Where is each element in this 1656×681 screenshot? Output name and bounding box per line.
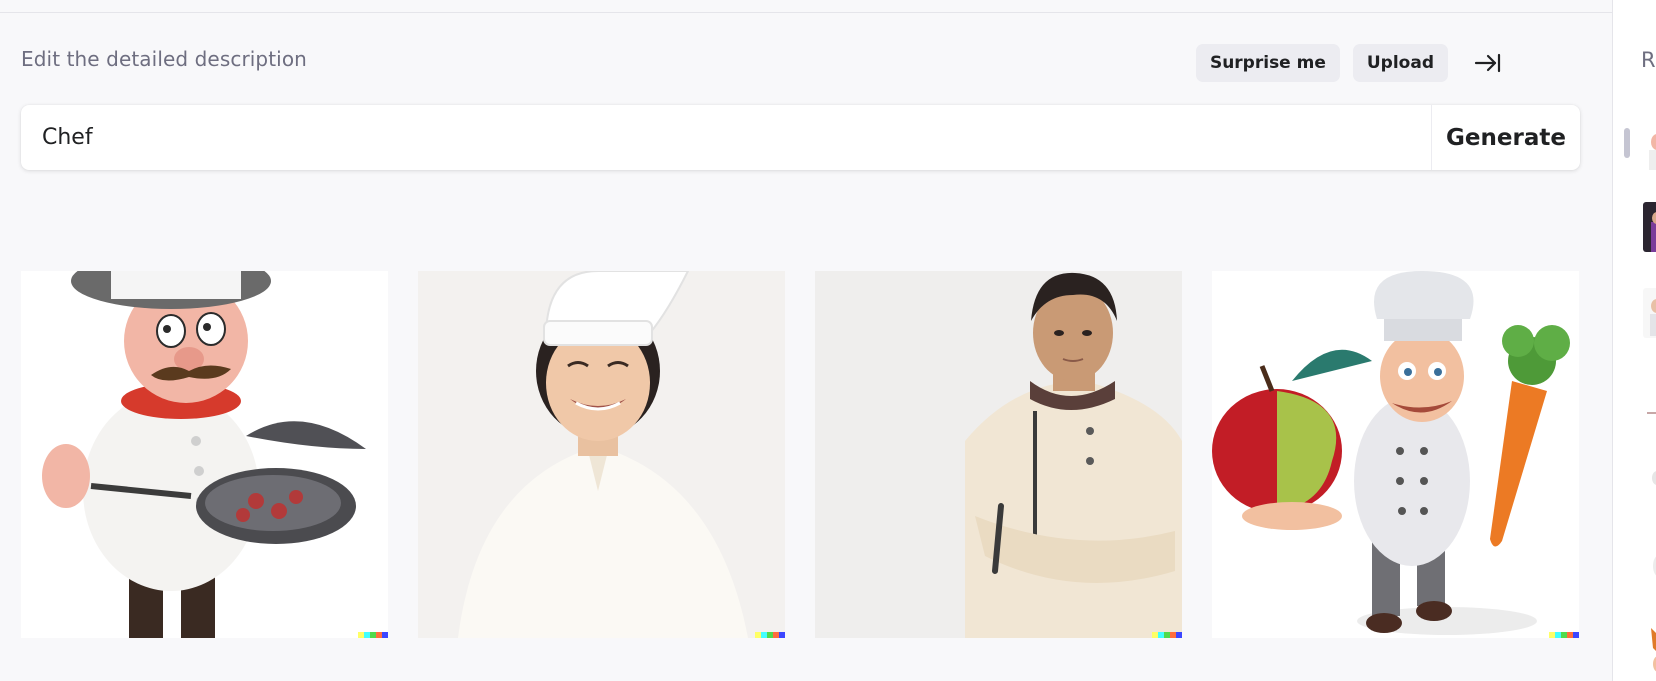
surprise-me-button[interactable]: Surprise me <box>1195 44 1340 82</box>
collapse-sidebar-button[interactable] <box>1468 44 1508 82</box>
history-heading: R <box>1641 48 1656 72</box>
generate-button[interactable]: Generate <box>1431 105 1580 170</box>
toolbar: Surprise me Upload <box>1195 44 1508 82</box>
top-divider <box>0 12 1612 13</box>
history-thumbnail[interactable] <box>1643 288 1656 338</box>
signature-strip <box>1152 632 1182 638</box>
prompt-input[interactable] <box>21 105 1431 170</box>
history-thumbnail[interactable] <box>1643 456 1656 506</box>
signature-color-block <box>1573 632 1579 638</box>
chef-arms-crossed-image <box>815 271 1182 638</box>
signature-strip <box>1549 632 1579 638</box>
result-image-3[interactable] <box>815 271 1182 638</box>
history-thumbnail[interactable] <box>1643 540 1656 590</box>
result-image-1[interactable] <box>21 271 388 638</box>
signature-color-block <box>382 632 388 638</box>
upload-button[interactable]: Upload <box>1352 44 1448 82</box>
history-sidebar: R <box>1612 0 1656 681</box>
signature-color-block <box>779 632 785 638</box>
history-scrollbar[interactable] <box>1624 128 1630 158</box>
signature-color-block <box>1176 632 1182 638</box>
collapse-right-icon <box>1474 53 1501 73</box>
main-panel: Edit the detailed description Surprise m… <box>0 0 1612 681</box>
cartoon-chef-apple-carrot-image <box>1212 271 1579 638</box>
cartoon-chef-pan-image <box>21 271 388 638</box>
signature-strip <box>358 632 388 638</box>
history-thumbnail[interactable] <box>1643 372 1656 422</box>
prompt-bar: Generate <box>21 105 1580 170</box>
history-thumbnail[interactable] <box>1643 120 1656 170</box>
smiling-chef-image <box>418 271 785 638</box>
history-thumbnail[interactable] <box>1643 202 1656 252</box>
edit-description-label: Edit the detailed description <box>21 47 307 71</box>
history-thumbnail[interactable] <box>1643 628 1656 678</box>
result-image-4[interactable] <box>1212 271 1579 638</box>
signature-strip <box>755 632 785 638</box>
result-image-2[interactable] <box>418 271 785 638</box>
